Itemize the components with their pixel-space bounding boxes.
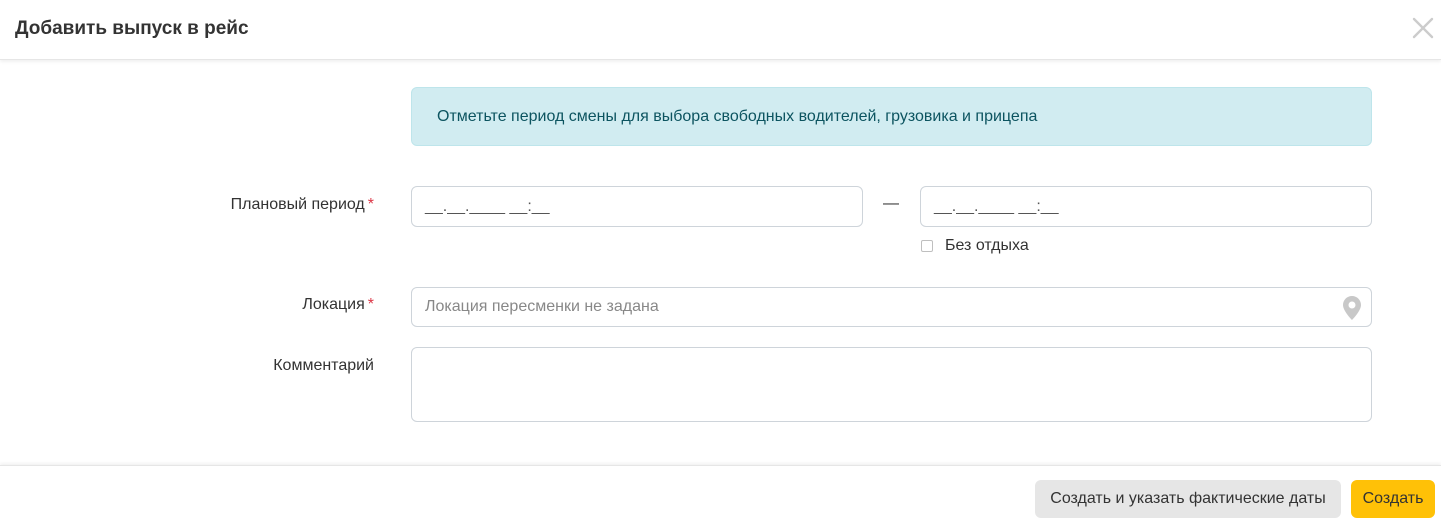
comment-textarea[interactable]: [411, 347, 1372, 422]
info-alert: Отметьте период смены для выбора свободн…: [411, 87, 1372, 146]
planned-period-end-value: __.__.____ __:__: [934, 197, 1059, 215]
planned-period-label: Плановый период *: [231, 196, 374, 214]
close-button[interactable]: [1409, 14, 1437, 42]
planned-period-end-input[interactable]: __.__.____ __:__: [920, 186, 1372, 227]
planned-period-label-text: Плановый период: [230, 196, 365, 213]
required-mark: *: [367, 196, 374, 213]
add-release-modal: Добавить выпуск в рейс Отметьте период с…: [0, 0, 1441, 520]
period-separator: —: [883, 195, 899, 212]
planned-period-start-input[interactable]: __.__.____ __:__: [411, 186, 863, 227]
comment-label: Комментарий: [273, 357, 374, 375]
location-input[interactable]: Локация пересменки не задана: [411, 287, 1372, 327]
planned-period-start-value: __.__.____ __:__: [425, 197, 550, 215]
modal-footer: Создать и указать фактические даты Созда…: [0, 465, 1441, 520]
location-label: Локация *: [302, 296, 374, 314]
location-placeholder: Локация пересменки не задана: [425, 298, 659, 315]
modal-header: Добавить выпуск в рейс: [0, 0, 1441, 60]
info-alert-text: Отметьте период смены для выбора свободн…: [437, 107, 1038, 125]
create-button[interactable]: Создать: [1351, 480, 1435, 518]
no-rest-checkbox[interactable]: [921, 240, 933, 252]
create-with-actual-dates-button[interactable]: Создать и указать фактические даты: [1035, 480, 1341, 518]
map-pin-icon[interactable]: [1343, 296, 1361, 320]
location-label-text: Локация: [302, 296, 365, 313]
no-rest-option[interactable]: Без отдыха: [921, 237, 1029, 255]
close-icon: [1412, 17, 1434, 39]
required-mark: *: [367, 296, 374, 313]
comment-label-text: Комментарий: [273, 357, 374, 374]
no-rest-label: Без отдыха: [945, 237, 1029, 254]
modal-title: Добавить выпуск в рейс: [15, 18, 249, 39]
